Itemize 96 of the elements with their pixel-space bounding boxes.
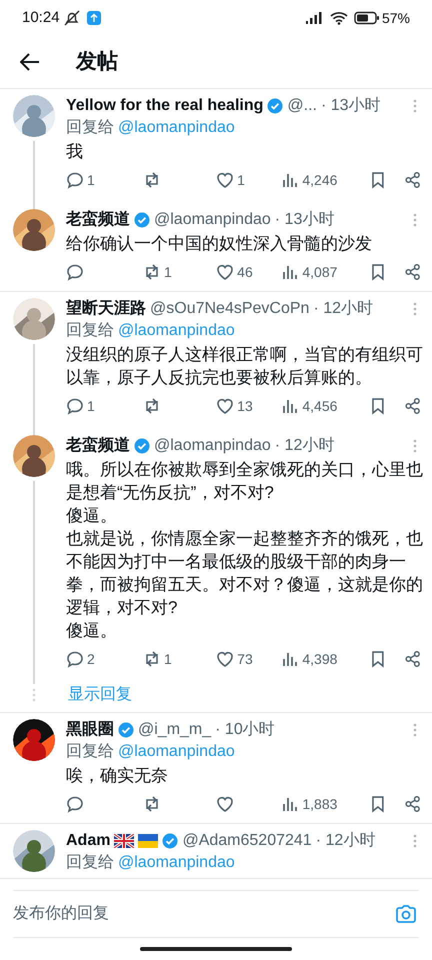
bar-chart-button[interactable]: 4,398 — [281, 648, 358, 670]
share-icon[interactable] — [404, 650, 422, 668]
reply-icon — [66, 650, 84, 668]
bookmark-icon[interactable] — [370, 795, 386, 813]
heart-icon — [216, 795, 234, 813]
reply-button[interactable]: 2 — [66, 648, 144, 670]
action-count: 4,456 — [302, 396, 338, 416]
share-icon[interactable] — [404, 397, 422, 415]
clock-time: 10:24 — [22, 8, 60, 28]
action-count: 4,087 — [302, 262, 338, 282]
battery-icon — [354, 11, 380, 25]
share-icon[interactable] — [404, 171, 422, 189]
user-handle: @sOu7Ne4sPevCoPn — [150, 299, 310, 319]
repost-button[interactable]: 1 — [143, 262, 216, 282]
reply-icon — [66, 795, 84, 813]
bookmark-icon[interactable] — [370, 171, 386, 189]
post-time: · 13小时 — [274, 210, 334, 230]
bar-chart-icon — [281, 650, 300, 668]
action-count: 1 — [237, 170, 245, 190]
post-text: 傻逼。 — [66, 620, 118, 642]
reply-label: 回复给 — [66, 118, 114, 138]
uk-flag-icon — [114, 834, 134, 848]
post-text: 哦。所以在你被欺辱到全家饿死的关口，心里也是想着“无伤反抗”，对不对? — [66, 459, 424, 504]
post-text: 给你确认一个中国的奴性深入骨髓的沙发 — [66, 233, 373, 255]
reply-label: 回复给 — [66, 321, 114, 341]
user-handle: @Adam65207241 — [182, 831, 312, 851]
bar-chart-button[interactable]: 4,246 — [281, 170, 358, 190]
action-count: 4,398 — [302, 650, 338, 668]
user-name: 黑眼圈 — [66, 720, 114, 740]
user-handle: @i_m_m_ — [138, 720, 212, 740]
heart-icon — [216, 397, 234, 415]
heart-button[interactable]: 13 — [216, 396, 282, 416]
user-name: Adam — [66, 831, 110, 851]
repost-button[interactable]: 1 — [143, 648, 216, 670]
action-count: 1,883 — [302, 794, 338, 814]
action-count: 1 — [87, 396, 95, 416]
reply-icon — [66, 263, 84, 281]
battery-percent: 57% — [382, 8, 410, 28]
user-name: Yellow for the real healing — [66, 96, 264, 116]
bar-chart-icon — [281, 263, 300, 281]
user-name: 老蛮频道 — [66, 435, 130, 456]
heart-button[interactable]: 73 — [216, 648, 282, 670]
user-handle: @laomanpindao — [154, 436, 271, 456]
ukraine-flag-icon — [138, 834, 158, 848]
camera-icon[interactable] — [395, 904, 417, 924]
reply-label: 回复给 — [66, 853, 114, 873]
post-text: 唉，确实无奈 — [66, 765, 169, 787]
bar-chart-button[interactable]: 4,456 — [281, 396, 358, 416]
post-text: 傻逼。 — [66, 505, 118, 527]
reply-icon — [66, 397, 84, 415]
post-time: · 12小时 — [316, 830, 376, 851]
reply-input-field[interactable]: 发布你的回复 — [13, 902, 395, 926]
wifi-icon — [330, 11, 348, 25]
reply-icon — [66, 171, 84, 189]
post-text: 也就是说，你情愿全家一起整整齐齐的饿死，也不能因为打中一名最低级的股级干部的肉身一拳，而被拘留五天。对不对？傻逼，这就是你的逻辑，对不对? — [66, 528, 424, 619]
action-count: 46 — [237, 262, 253, 282]
post-text: 我 — [66, 141, 84, 163]
reply-button[interactable]: 1 — [66, 170, 144, 190]
post-time: · 12小时 — [313, 298, 374, 319]
action-count: 1 — [164, 262, 172, 282]
heart-button[interactable]: 46 — [216, 262, 282, 282]
bar-chart-button[interactable]: 4,087 — [281, 262, 358, 282]
heart-icon — [216, 650, 234, 668]
heart-icon — [216, 263, 234, 281]
share-icon[interactable] — [404, 795, 422, 813]
action-count: 1 — [87, 170, 95, 190]
signal-icon — [306, 12, 324, 24]
action-count: 4,246 — [302, 170, 338, 190]
action-count: 1 — [164, 650, 172, 668]
upload-notification-icon — [86, 11, 101, 25]
bookmark-icon[interactable] — [370, 650, 386, 668]
reply-label: 回复给 — [66, 742, 114, 762]
post-time: · 12小时 — [274, 436, 334, 456]
post-time: · 10小时 — [215, 720, 275, 740]
action-count: 2 — [87, 650, 95, 668]
muted-bell-icon — [62, 10, 81, 26]
bar-chart-button[interactable]: 1,883 — [281, 794, 358, 814]
post-text: 没组织的原子人这样很正常啊，当官的有组织可以靠，原子人反抗完也要被秋后算账的。 — [66, 344, 424, 389]
action-count: 73 — [237, 650, 253, 668]
reply-button[interactable]: 1 — [66, 396, 144, 416]
post-time: · 13小时 — [320, 96, 381, 116]
bookmark-icon[interactable] — [370, 397, 386, 415]
bar-chart-icon — [281, 171, 300, 189]
user-name: 望断天涯路 — [66, 298, 146, 319]
bar-chart-icon — [281, 795, 300, 813]
heart-icon — [216, 171, 234, 189]
user-name: 老蛮频道 — [66, 209, 130, 230]
page-title: 发帖 — [76, 49, 118, 76]
share-icon[interactable] — [404, 263, 422, 281]
action-count: 13 — [237, 396, 253, 416]
user-handle: @laomanpindao — [154, 210, 271, 230]
more-replies-dots-icon — [32, 688, 36, 702]
bar-chart-icon — [281, 397, 300, 415]
bookmark-icon[interactable] — [370, 263, 386, 281]
user-handle: @... — [287, 96, 317, 116]
heart-button[interactable]: 1 — [216, 170, 282, 190]
